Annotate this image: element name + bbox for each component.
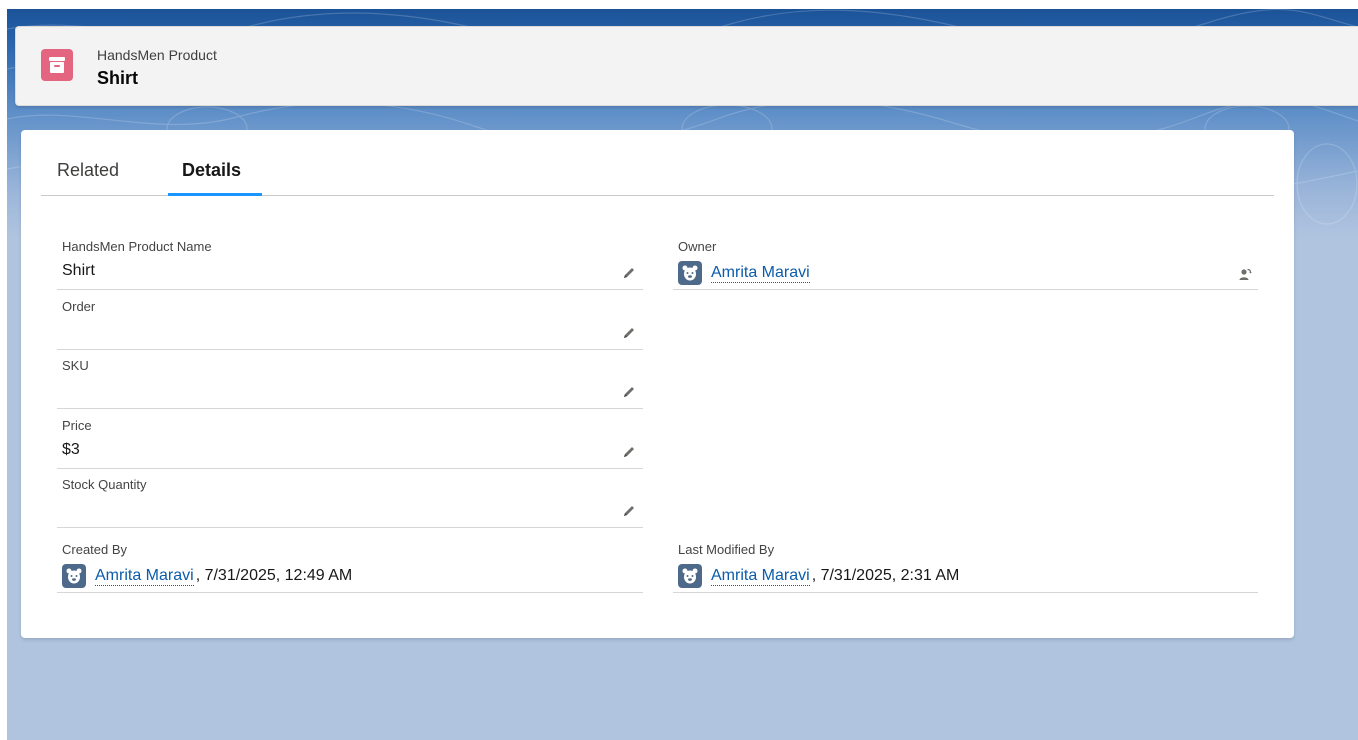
record-title: Shirt: [97, 68, 139, 88]
field-product-name: HandsMen Product Name Shirt: [57, 231, 643, 290]
user-line: Amrita Maravi , 7/31/2025, 2:31 AM: [678, 564, 959, 588]
tab-details[interactable]: Details: [182, 160, 241, 181]
user-line: Amrita Maravi , 7/31/2025, 12:49 AM: [62, 564, 352, 588]
field-label: Price: [62, 418, 92, 433]
bear-avatar-icon: [62, 564, 86, 588]
field-label: Last Modified By: [678, 542, 775, 557]
pencil-icon[interactable]: [621, 444, 637, 460]
pencil-icon[interactable]: [621, 265, 637, 281]
last-modified-by-separator: ,: [811, 567, 821, 584]
field-created-by: Created By Amrita Maravi , 7/31/2025, 12…: [57, 534, 643, 593]
created-by-separator: ,: [195, 567, 205, 584]
created-by-user-link[interactable]: Amrita Maravi: [95, 567, 194, 586]
pencil-icon[interactable]: [621, 325, 637, 341]
record-header: HandsMen Product Shirt: [15, 26, 1358, 106]
pencil-icon[interactable]: [621, 503, 637, 519]
field-label: SKU: [62, 358, 89, 373]
field-price: Price $3: [57, 410, 643, 469]
field-label: Stock Quantity: [62, 477, 147, 492]
field-label: Order: [62, 299, 96, 314]
bear-avatar-icon: [678, 261, 702, 285]
tab-bar: Related Details: [41, 130, 1274, 196]
change-owner-icon[interactable]: [1238, 267, 1252, 281]
field-sku: SKU: [57, 350, 643, 409]
pencil-icon[interactable]: [621, 384, 637, 400]
owner-user-link[interactable]: Amrita Maravi: [711, 264, 810, 283]
user-line: Amrita Maravi: [678, 261, 810, 285]
tab-related[interactable]: Related: [57, 160, 119, 181]
field-order: Order: [57, 291, 643, 350]
active-tab-indicator: [168, 193, 262, 196]
field-label: HandsMen Product Name: [62, 239, 212, 254]
object-type-label: HandsMen Product: [97, 47, 217, 63]
bear-avatar-icon: [678, 564, 702, 588]
last-modified-by-timestamp: 7/31/2025, 2:31 AM: [820, 567, 960, 584]
created-by-timestamp: 7/31/2025, 12:49 AM: [204, 567, 353, 584]
last-modified-by-user-link[interactable]: Amrita Maravi: [711, 567, 810, 586]
field-value: $3: [62, 441, 80, 458]
archive-box-icon: [41, 49, 73, 81]
field-label: Created By: [62, 542, 128, 557]
field-owner: Owner Amrita Maravi: [673, 231, 1258, 290]
field-value: Shirt: [62, 262, 95, 279]
details-card: Related Details HandsMen Product Name Sh…: [21, 130, 1294, 638]
field-last-modified-by: Last Modified By Amrita Maravi , 7/31/20…: [673, 534, 1258, 593]
field-stock-quantity: Stock Quantity: [57, 469, 643, 528]
field-label: Owner: [678, 239, 717, 254]
